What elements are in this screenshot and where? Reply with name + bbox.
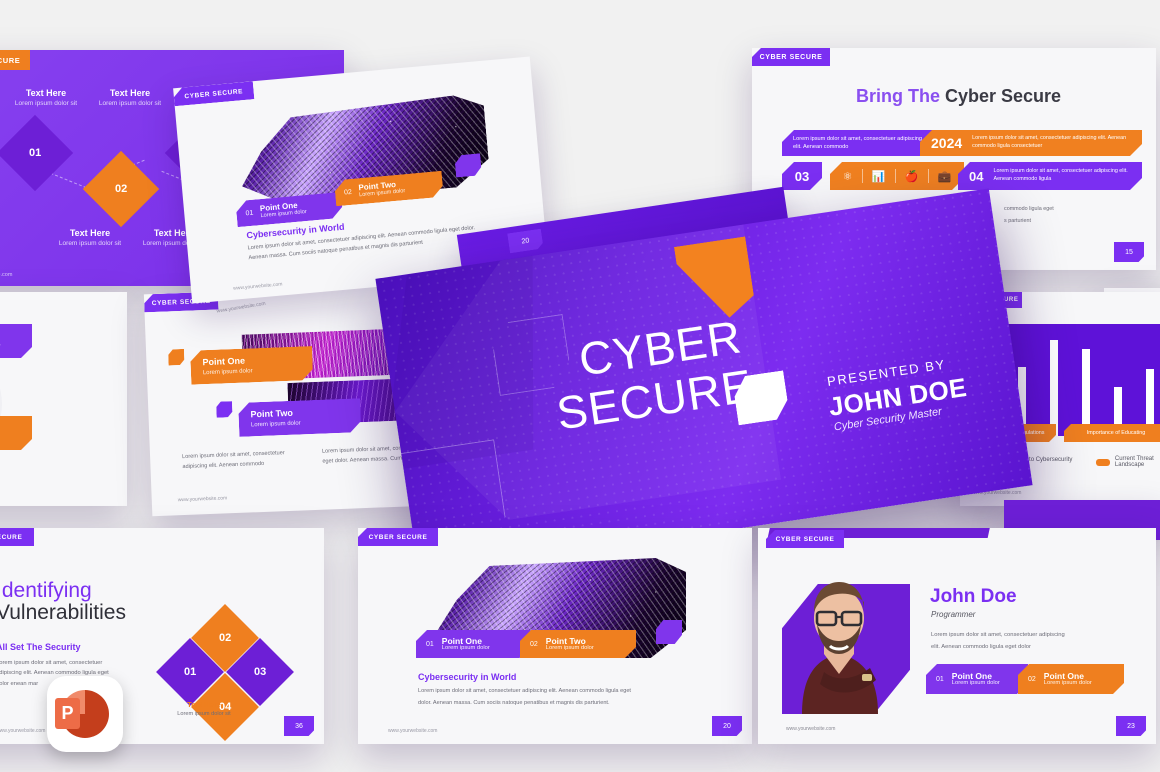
divider [862,169,863,183]
caption-sub: Lorem ipsum dolor sit [58,240,122,247]
legend-label: Current Threat Landscape [1114,456,1154,468]
powerpoint-letter: P [55,698,80,729]
profile-name: John Doe [930,586,1017,607]
briefcase-icon[interactable]: 💼 [938,170,952,183]
brand-badge: CYBER SECURE [358,528,438,546]
brand-badge: CYBER SECURE [0,50,30,70]
agenda-item-02[interactable]: 02 Current Threat Landscape [0,416,32,450]
title-line-1: Identifying [0,579,92,602]
point-two-chip[interactable]: 02 Point Two Lorem ipsum dolor [520,630,636,658]
profile-body-1: Lorem ipsum dolor sit amet, consectetuer… [931,632,1065,638]
title-line-2: Vulnerabilities [0,601,126,625]
profile-role: Programmer [931,610,976,619]
chart-category-label-2: Importance of Educating [1064,424,1160,442]
apple-icon[interactable]: 🍎 [905,170,919,183]
caption-sub: Lorem ipsum dolor sit [14,100,78,107]
page-title: Bring The Cyber Secure [856,86,1061,107]
info-bar-row3[interactable]: 04 Lorem ipsum dolor sit amet, consectet… [958,162,1142,190]
divider [895,169,896,183]
decor-hex-orange [168,349,185,366]
page-title-rest: Cyber Secure [945,86,1062,106]
body-line-1: Lorem ipsum dolor sit amet, consectetuer… [418,688,631,694]
website-url: www.yourwebsite.com [177,495,228,504]
point-one-chip[interactable]: 01 Point One Lorem ipsum dolor [416,630,530,658]
brand-badge: CYBER SECURE [0,528,34,546]
caption-top-2: Text Here Lorem ipsum dolor sit [84,88,176,107]
caption-title: Text Here [69,228,111,238]
caption-sub: Lorem ipsum dolor sit [98,100,162,107]
point-two-chip[interactable]: 02 Point One Lorem ipsum dolor [1018,664,1124,694]
number-badge-03[interactable]: 03 [782,162,822,190]
website-url-top: www.yourwebsite.com [216,300,267,315]
body-line-2: dolor. Aenean massa. Cum sociis natoque … [418,700,610,706]
decor-hex-purple [216,401,233,418]
page-number: 20 [712,716,742,736]
brand-badge: CYBER SECURE [766,530,844,548]
point-one-chip[interactable]: Point One Lorem ipsum dolor [190,346,313,385]
divider [928,169,929,183]
caption-title: Text Here [187,700,221,709]
avatar [784,562,894,714]
caption-sub: Lorem ipsum dolor sit [177,711,231,717]
page-number: 20 [507,229,544,254]
number-badge-04: 04 [969,168,984,184]
point-one-chip[interactable]: 01 Point One Lorem ipsum dolor [926,664,1028,694]
year-value: 2024 [931,135,963,151]
website-url: www.yourwebsite.com [786,726,836,732]
info-bar-row1-left[interactable]: Lorem ipsum dolor sit amet, consectetuer… [782,130,934,156]
website-url: www.yourwebsite.com [0,272,13,278]
agenda-item-01[interactable]: 01 Introduction to Cybersecurity [0,324,32,358]
subheading: All Set The Security [0,642,81,652]
powerpoint-icon[interactable]: P [47,676,123,752]
slide-deck-preview-canvas: CYBER SECURE Text Here Lorem ipsum dolor… [0,0,1160,772]
page-title: Identifying Vulnerabilities [0,579,126,625]
caption-title: Text Here [109,88,151,98]
atom-icon[interactable]: ⚛ [843,170,853,183]
website-url: www.yourwebsite.com [0,728,46,734]
caption-bottom-1: Text Here Lorem ipsum dolor sit [44,228,136,247]
profile-body-2: elit. Aenean commodo ligula eget dolor [931,644,1031,650]
bar-chart-icon[interactable]: 📊 [872,170,886,183]
puzzle-piece-02[interactable]: 02 [82,150,160,228]
point-two-chip[interactable]: Point Two Lorem ipsum dolor [238,398,361,437]
point-one-chip[interactable]: 01 Point One Lorem ipsum dolor [235,192,343,227]
page-number: 23 [1116,716,1146,736]
page-title-accent: Bring The [856,86,945,106]
page-number: 15 [1114,242,1144,262]
website-url: www.yourwebsite.com [388,728,438,734]
jigsaw-caption: Text Here Lorem ipsum dolor sit [164,700,244,717]
tail-text-1: commodo ligula eget [1004,206,1054,212]
brand-badge: CYBER SECURE [752,48,830,66]
website-url: www.yourwebsite.com [232,281,283,292]
info-bar-row1-right[interactable]: 2024 Lorem ipsum dolor sit amet, consect… [920,130,1142,156]
page-number: 36 [284,716,314,736]
icon-bar[interactable]: ⚛ 📊 🍎 💼 [830,162,964,190]
tail-text-2: s parturient [1004,218,1031,224]
puzzle-piece-01[interactable]: 01 [0,114,74,192]
legend-swatch [1096,458,1110,466]
chart-legend-item-2: Current Threat Landscape [1096,456,1160,468]
slide-profile-john-doe[interactable]: CYBER SECURE John Doe Programmer Lorem i… [758,528,1156,744]
caption-top-1: Text Here Lorem ipsum dolor sit [0,88,92,107]
slide-cybersecurity-in-world-bottom[interactable]: CYBER SECURE 01 Point One Lorem ipsum do… [358,528,752,744]
powerpoint-disc: P [55,690,109,738]
section-heading: Cybersecurity in World [418,672,517,682]
body-left: Lorem ipsum dolor sit amet, consectetuer… [182,450,285,470]
caption-title: Text Here [25,88,67,98]
slide-agenda-left[interactable]: 01 Introduction to Cybersecurity 02 Curr… [0,292,127,506]
